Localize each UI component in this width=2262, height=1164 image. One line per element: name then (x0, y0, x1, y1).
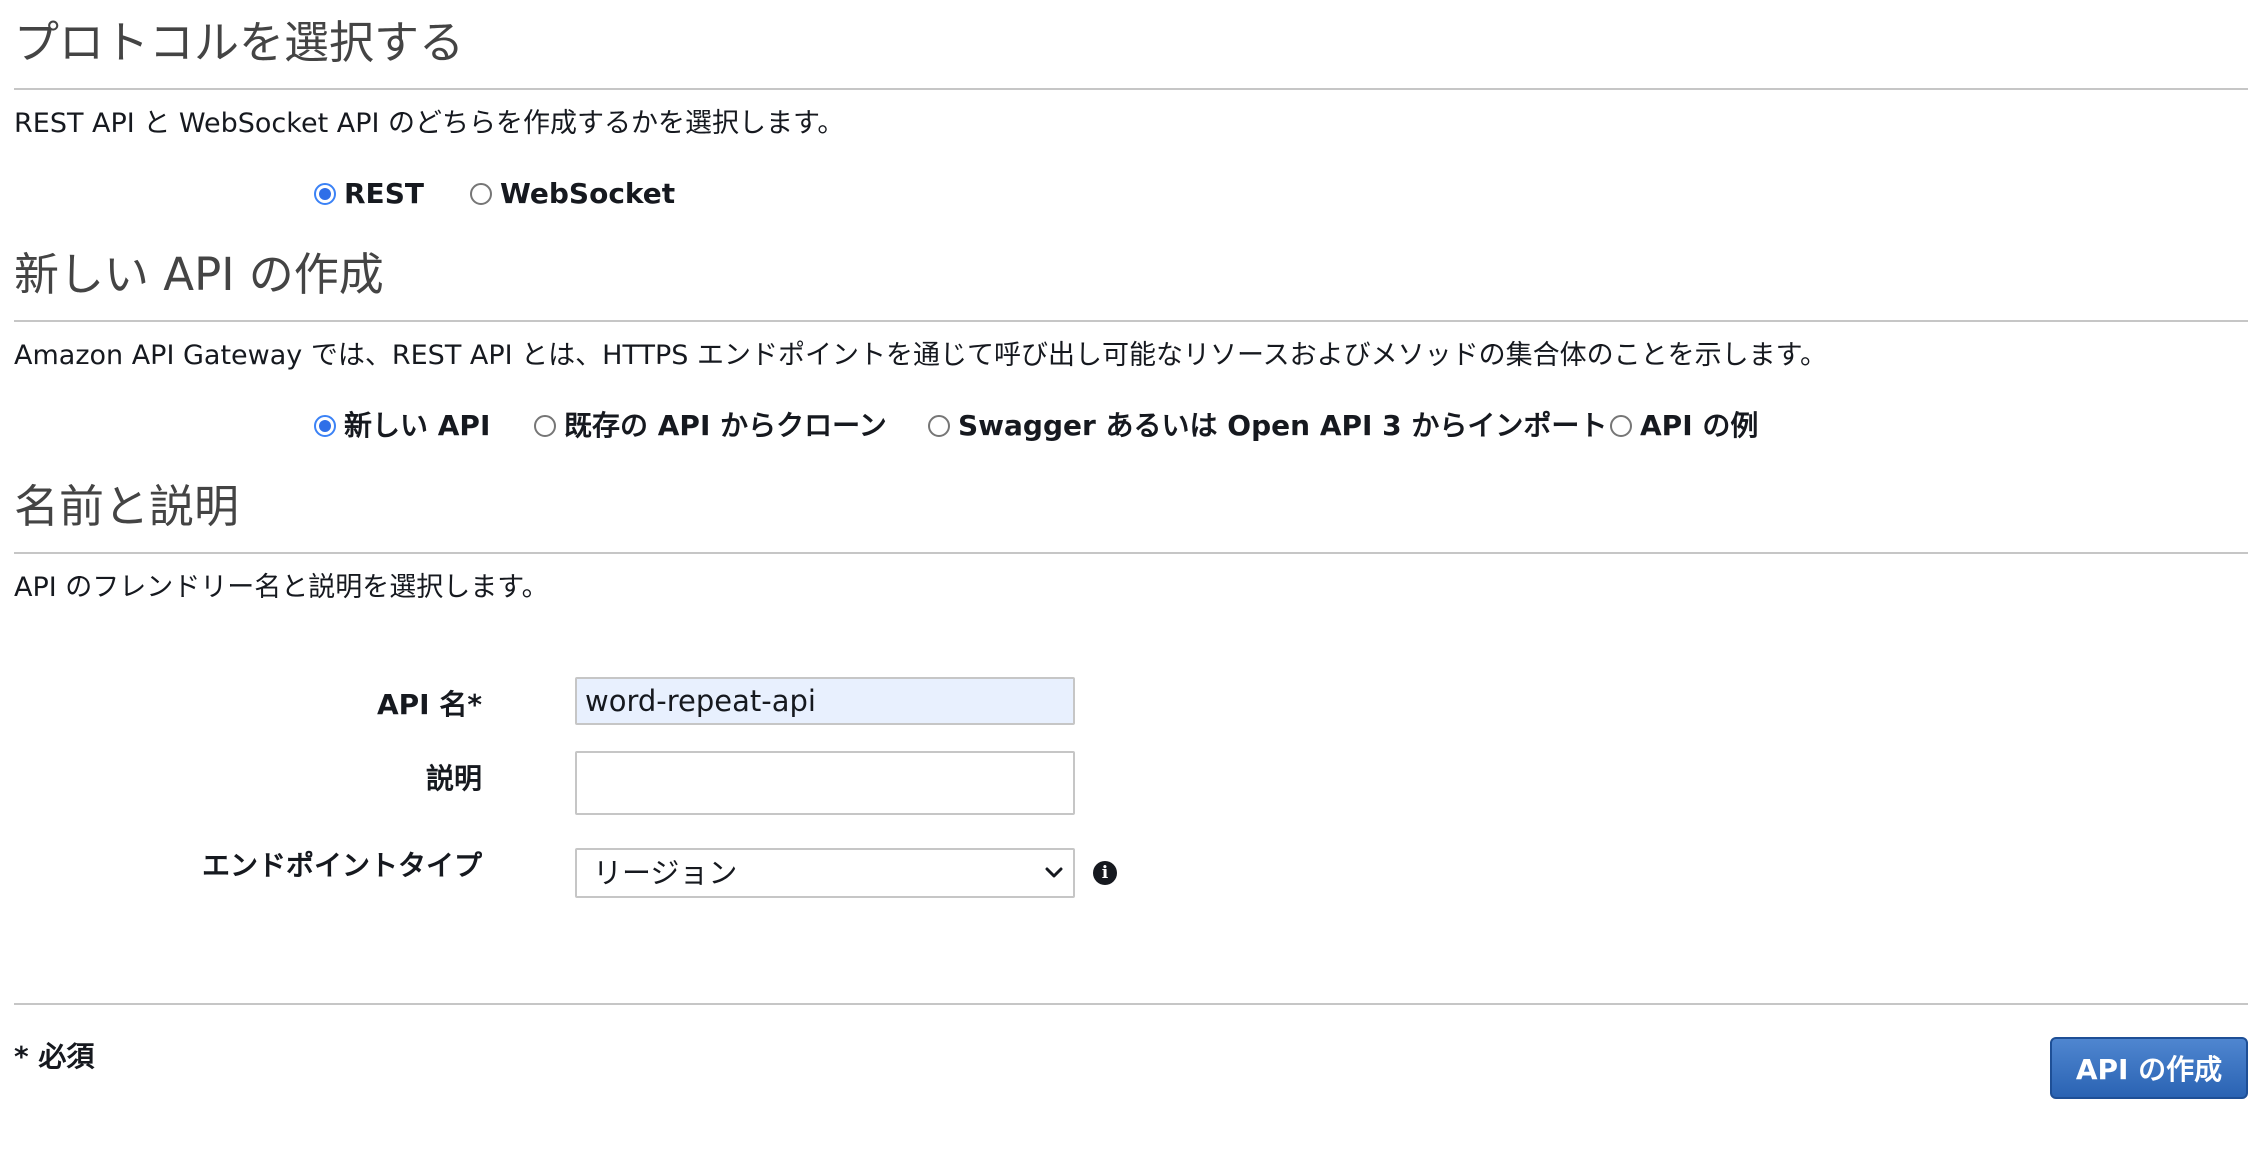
protocol-radio-rest[interactable]: REST (314, 180, 424, 208)
name-section-description: API のフレンドリー名と説明を選択します。 (14, 572, 549, 603)
create-radio-example-api-label: API の例 (1640, 409, 1759, 442)
radio-button[interactable] (534, 415, 556, 437)
api-name-input[interactable] (575, 677, 1075, 725)
radio-button-selected[interactable] (314, 415, 336, 437)
create-radio-new-api[interactable]: 新しい API (314, 412, 490, 440)
section-divider (14, 88, 2248, 90)
name-section-title: 名前と説明 (14, 480, 240, 533)
protocol-section-title: プロトコルを選択する (14, 16, 465, 69)
endpoint-type-select[interactable]: リージョン (575, 848, 1075, 898)
section-divider (14, 552, 2248, 554)
create-radio-clone-api-label: 既存の API からクローン (564, 409, 887, 442)
create-api-button[interactable]: API の作成 (2050, 1037, 2248, 1099)
api-description-label: 説明 (425, 762, 482, 795)
create-radio-new-api-label: 新しい API (344, 409, 491, 442)
create-radio-import-swagger-label: Swagger あるいは Open API 3 からインポート (958, 409, 1608, 442)
required-note: * 必須 (14, 1040, 95, 1073)
radio-button[interactable] (470, 183, 492, 205)
endpoint-type-label: エンドポイントタイプ (201, 849, 482, 882)
create-radio-example-api[interactable]: API の例 (1610, 412, 1758, 440)
radio-button-selected[interactable] (314, 183, 336, 205)
create-radio-import-swagger[interactable]: Swagger あるいは Open API 3 からインポート (928, 412, 1607, 440)
create-section-title: 新しい API の作成 (14, 248, 384, 301)
info-icon[interactable]: i (1093, 861, 1117, 885)
create-radio-clone-api[interactable]: 既存の API からクローン (534, 412, 887, 440)
chevron-down-icon (1045, 867, 1063, 879)
protocol-section-description: REST API と WebSocket API のどちらを作成するかを選択しま… (14, 108, 845, 139)
protocol-radio-websocket[interactable]: WebSocket (470, 180, 675, 208)
radio-button[interactable] (1610, 415, 1632, 437)
api-name-label: API 名* (376, 688, 482, 721)
endpoint-type-selected-value: リージョン (593, 855, 738, 890)
section-divider (14, 320, 2248, 322)
protocol-radio-websocket-label: WebSocket (500, 177, 676, 210)
create-section-description: Amazon API Gateway では、REST API とは、HTTPS … (14, 340, 1827, 371)
protocol-radio-rest-label: REST (344, 177, 424, 210)
footer-divider (14, 1003, 2248, 1005)
api-description-input[interactable] (575, 751, 1075, 815)
radio-button[interactable] (928, 415, 950, 437)
